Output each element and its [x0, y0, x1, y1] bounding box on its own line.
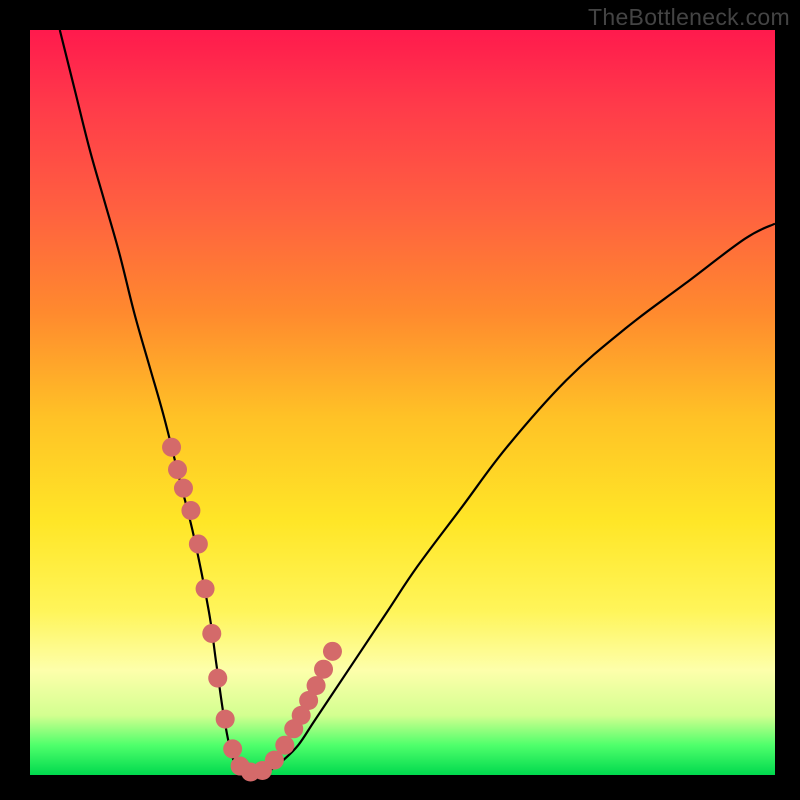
data-marker — [162, 438, 181, 457]
bottleneck-curve — [60, 30, 775, 775]
data-marker — [168, 460, 187, 479]
plot-area — [30, 30, 775, 775]
data-marker — [275, 736, 294, 755]
data-marker — [216, 710, 235, 729]
data-marker — [196, 579, 215, 598]
data-marker — [307, 676, 326, 695]
chart-frame: TheBottleneck.com — [0, 0, 800, 800]
data-marker — [181, 501, 200, 520]
data-marker — [323, 642, 342, 661]
marker-group — [162, 438, 342, 782]
data-marker — [223, 739, 242, 758]
data-marker — [174, 479, 193, 498]
watermark-text: TheBottleneck.com — [588, 4, 790, 31]
data-marker — [208, 669, 227, 688]
data-marker — [189, 535, 208, 554]
data-marker — [314, 660, 333, 679]
chart-svg — [30, 30, 775, 775]
data-marker — [202, 624, 221, 643]
